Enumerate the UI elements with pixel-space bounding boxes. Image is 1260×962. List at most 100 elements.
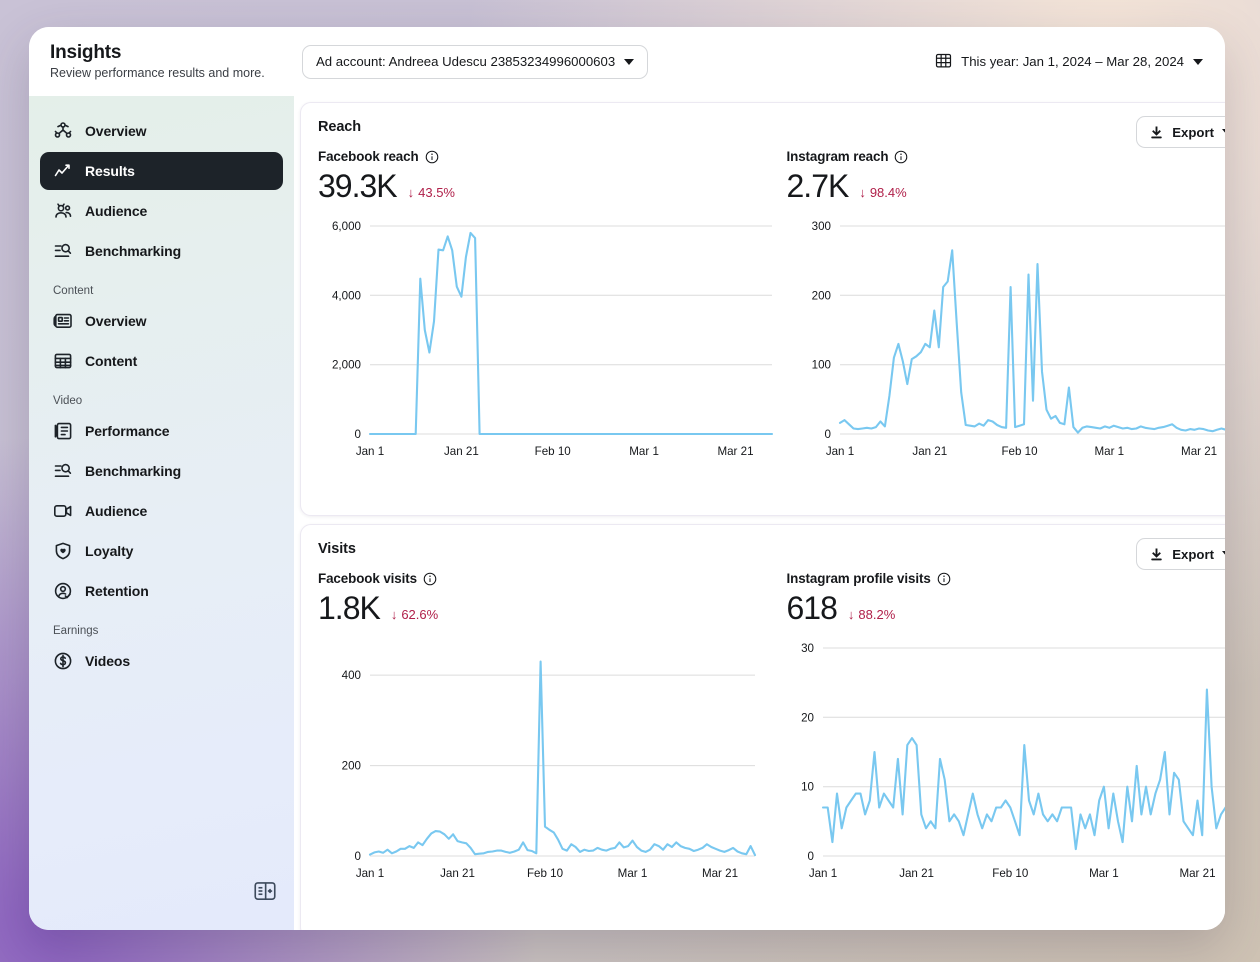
metric-delta: ↓ 62.6% [391, 607, 438, 622]
export-label: Export [1172, 546, 1214, 562]
table-icon [53, 351, 73, 371]
svg-text:Mar 21: Mar 21 [717, 445, 753, 458]
metric-value: 618 [786, 590, 838, 626]
network-icon [53, 121, 73, 141]
sidebar-item-label: Videos [85, 653, 131, 669]
metric-delta: ↓ 43.5% [408, 185, 455, 200]
metric-instagram-profile-visits: Instagram profile visits 618 ↓ 88.2% [775, 571, 1226, 628]
chart-container: 0 10 20 30 Jan 1 Jan 21 Feb 10 Mar 1 Mar 21 [763, 634, 1225, 889]
svg-text:0: 0 [355, 850, 361, 863]
metric-delta-text: 43.5% [418, 185, 455, 200]
svg-text:Jan 21: Jan 21 [440, 867, 475, 880]
compare-search-icon [53, 461, 73, 481]
metric-value: 1.8K [318, 590, 381, 626]
sidebar-item-label: Benchmarking [85, 463, 182, 479]
sidebar-item-label: Audience [85, 503, 148, 519]
metric-facebook-visits: Facebook visits 1.8K ↓ 62.6% [318, 571, 775, 628]
collapse-panel-icon[interactable] [252, 878, 278, 904]
sidebar-item-label: Overview [85, 313, 147, 329]
svg-text:Jan 1: Jan 1 [356, 867, 384, 880]
svg-text:2,000: 2,000 [332, 359, 361, 372]
ad-account-label: Ad account: Andreea Udescu 2385323499600… [316, 54, 616, 69]
line-chart-icon [53, 161, 73, 181]
info-icon[interactable] [425, 150, 439, 164]
charts-row: 0 2,000 4,000 6,000 Jan 1 Jan 21 Feb 10 Mar 1 Ma… [318, 212, 1225, 467]
user-check-icon [53, 581, 73, 601]
facebook-reach-chart: 0 2,000 4,000 6,000 Jan 1 Jan 21 Feb 10 Mar 1 Ma… [332, 220, 774, 458]
svg-text:Mar 21: Mar 21 [702, 867, 738, 880]
metric-value-row: 39.3K ↓ 43.5% [318, 166, 775, 206]
metric-label-text: Facebook visits [318, 571, 417, 586]
svg-text:Feb 10: Feb 10 [1001, 445, 1037, 458]
metric-label: Instagram reach [787, 149, 1226, 164]
sidebar-item-label: Audience [85, 203, 148, 219]
instagram-profile-visits-chart: 0 10 20 30 Jan 1 Jan 21 Feb 10 Mar 1 Mar 21 [801, 642, 1225, 880]
delta-arrow-icon: ↓ [847, 607, 855, 622]
sidebar-item-video-retention-4[interactable]: Retention [40, 572, 283, 610]
svg-text:Jan 21: Jan 21 [444, 445, 479, 458]
svg-text:0: 0 [808, 850, 814, 863]
metric-label-text: Facebook reach [318, 149, 419, 164]
svg-text:Feb 10: Feb 10 [535, 445, 571, 458]
metric-value-row: 2.7K ↓ 98.4% [787, 166, 1226, 206]
svg-text:30: 30 [801, 642, 814, 655]
metric-value-row: 618 ↓ 88.2% [787, 588, 1226, 628]
info-icon[interactable] [937, 572, 951, 586]
card-title: Reach [318, 119, 362, 135]
export-button[interactable]: Export [1136, 538, 1225, 570]
app-window: Insights Review performance results and … [29, 27, 1225, 930]
svg-text:Jan 21: Jan 21 [912, 445, 947, 458]
sidebar-item-content-content-1[interactable]: Content [40, 342, 283, 380]
svg-text:400: 400 [342, 669, 361, 682]
metric-instagram-reach: Instagram reach 2.7K ↓ 98.4% [775, 149, 1226, 206]
delta-arrow-icon: ↓ [859, 185, 866, 200]
people-icon [53, 201, 73, 221]
dollar-circle-icon [53, 651, 73, 671]
svg-text:Mar 21: Mar 21 [1181, 445, 1217, 458]
sidebar-item-label: Loyalty [85, 543, 134, 559]
chevron-down-icon [1193, 58, 1203, 65]
video-camera-icon [53, 501, 73, 521]
date-range-selector[interactable]: This year: Jan 1, 2024 – Mar 28, 2024 [935, 52, 1203, 72]
sidebar-item-video-audience-2[interactable]: Audience [40, 492, 283, 530]
metric-delta: ↓ 88.2% [848, 607, 895, 622]
sidebar-nav: Overview Results Audience Benchmarking Conte… [40, 112, 283, 680]
svg-text:100: 100 [812, 359, 831, 372]
svg-text:Mar 1: Mar 1 [1089, 867, 1119, 880]
sidebar-group-label-video: Video [53, 395, 83, 407]
info-icon[interactable] [423, 572, 437, 586]
chevron-down-icon [624, 58, 635, 65]
metric-label: Facebook reach [318, 149, 775, 164]
svg-text:Jan 1: Jan 1 [356, 445, 384, 458]
shield-heart-icon [53, 541, 73, 561]
delta-arrow-icon: ↓ [390, 607, 398, 622]
video-list-icon [53, 421, 73, 441]
sidebar-item-results-1[interactable]: Results [40, 152, 283, 190]
metrics-row: Facebook reach 39.3K ↓ 43.5% Instagram reach… [318, 149, 1225, 206]
export-label: Export [1172, 124, 1214, 140]
compare-search-icon [53, 241, 73, 261]
date-range-label: This year: Jan 1, 2024 – Mar 28, 2024 [961, 54, 1184, 69]
info-icon[interactable] [894, 150, 908, 164]
sidebar-group-label-earnings: Earnings [53, 625, 99, 637]
sidebar-item-benchmarking-3[interactable]: Benchmarking [40, 232, 283, 270]
ad-account-selector[interactable]: Ad account: Andreea Udescu 2385323499600… [302, 44, 649, 79]
sidebar-item-overview-0[interactable]: Overview [40, 112, 283, 150]
download-icon [1149, 547, 1164, 562]
metric-value: 2.7K [786, 168, 850, 204]
sidebar-item-video-loyalty-3[interactable]: Loyalty [40, 532, 283, 570]
sidebar-item-earnings-videos-0[interactable]: Videos [40, 642, 283, 680]
sidebar-item-video-performance-0[interactable]: Performance [40, 412, 283, 450]
svg-text:10: 10 [801, 781, 814, 794]
sidebar-item-audience-2[interactable]: Audience [40, 192, 283, 230]
svg-text:Mar 1: Mar 1 [629, 445, 659, 458]
export-button[interactable]: Export [1136, 116, 1225, 148]
sidebar-item-video-benchmarking-1[interactable]: Benchmarking [40, 452, 283, 490]
sidebar-item-content-overview-0[interactable]: Overview [40, 302, 283, 340]
cards-container: Reach Export Facebook reach 39.3K ↓ 43.5% Inst… [300, 102, 1225, 930]
metrics-row: Facebook visits 1.8K ↓ 62.6% Instagram profi… [318, 571, 1225, 628]
facebook-visits-chart: 0 200 400 Jan 1 Jan 21 Feb 10 Mar 1 Mar 21 [342, 660, 757, 880]
svg-text:4,000: 4,000 [332, 289, 361, 302]
svg-text:Mar 21: Mar 21 [1179, 867, 1215, 880]
svg-text:0: 0 [825, 428, 831, 441]
